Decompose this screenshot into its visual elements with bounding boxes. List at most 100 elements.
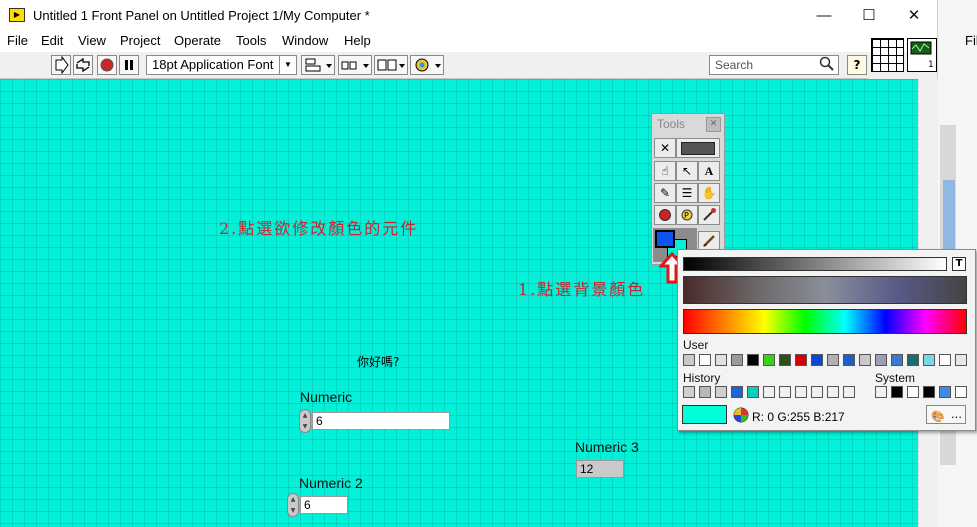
- edit-text-icon[interactable]: A: [698, 161, 720, 181]
- numeric-2-increment-decrement[interactable]: ▲ ▼: [287, 493, 299, 517]
- menu-edit[interactable]: Edit: [41, 33, 63, 48]
- history-colors-row: [683, 386, 873, 400]
- font-select[interactable]: 18pt Application Font ▼: [146, 55, 297, 75]
- system-colors-row: [875, 386, 975, 400]
- waveform-icon: 1: [910, 41, 934, 70]
- context-help-button[interactable]: ?: [847, 55, 867, 75]
- system-color-swatch[interactable]: [939, 386, 951, 398]
- menu-file[interactable]: File: [7, 33, 28, 48]
- history-color-swatch[interactable]: [747, 386, 759, 398]
- menu-help[interactable]: Help: [344, 33, 371, 48]
- run-continuously-button[interactable]: [73, 55, 93, 75]
- current-color-swatch: [682, 405, 727, 424]
- menu-window[interactable]: Window: [282, 33, 328, 48]
- more-colors-button[interactable]: 🎨…: [926, 405, 966, 424]
- history-colors-label: History: [683, 371, 721, 385]
- menu-tools[interactable]: Tools: [236, 33, 266, 48]
- get-color-eyedropper-icon[interactable]: [698, 205, 720, 225]
- menu-project[interactable]: Project: [120, 33, 160, 48]
- scroll-window-icon[interactable]: ✋: [698, 183, 720, 203]
- user-color-swatch[interactable]: [843, 354, 855, 366]
- user-color-swatch[interactable]: [683, 354, 695, 366]
- system-color-swatch[interactable]: [923, 386, 935, 398]
- user-color-swatch[interactable]: [827, 354, 839, 366]
- user-color-swatch[interactable]: [731, 354, 743, 366]
- transparent-color-button[interactable]: T: [952, 257, 966, 271]
- user-color-swatch[interactable]: [699, 354, 711, 366]
- user-color-swatch[interactable]: [875, 354, 887, 366]
- user-color-swatch[interactable]: [747, 354, 759, 366]
- probe-data-icon[interactable]: P: [676, 205, 698, 225]
- system-color-swatch[interactable]: [907, 386, 919, 398]
- muted-color-ramp[interactable]: [683, 276, 967, 304]
- history-color-swatch[interactable]: [763, 386, 775, 398]
- menu-view[interactable]: View: [78, 33, 106, 48]
- numeric-label[interactable]: Numeric: [300, 389, 352, 405]
- position-select-icon[interactable]: ↖: [676, 161, 698, 181]
- system-color-swatch[interactable]: [891, 386, 903, 398]
- history-color-swatch[interactable]: [715, 386, 727, 398]
- user-color-swatch[interactable]: [891, 354, 903, 366]
- color-wheel-icon[interactable]: [733, 407, 749, 426]
- user-color-swatch[interactable]: [779, 354, 791, 366]
- numeric-control[interactable]: 6: [312, 412, 450, 430]
- system-color-swatch[interactable]: [955, 386, 967, 398]
- reorder-button[interactable]: [410, 55, 444, 75]
- foreground-color-swatch[interactable]: [655, 230, 675, 248]
- user-color-swatch[interactable]: [923, 354, 935, 366]
- abort-button[interactable]: [97, 55, 117, 75]
- auto-tool-icon[interactable]: ✕: [654, 138, 676, 158]
- numeric-2-label[interactable]: Numeric 2: [299, 475, 363, 491]
- history-color-swatch[interactable]: [827, 386, 839, 398]
- free-label[interactable]: 你好嗎?: [357, 353, 399, 370]
- annotation-step-1: 1.點選背景顏色: [518, 280, 646, 299]
- user-color-swatch[interactable]: [939, 354, 951, 366]
- connect-wire-icon[interactable]: ✎: [654, 183, 676, 203]
- annotation-step-2: 2.點選欲修改顏色的元件: [219, 219, 419, 238]
- operate-value-icon[interactable]: ☝: [654, 161, 676, 181]
- minimize-button[interactable]: —: [809, 6, 839, 26]
- search-icon[interactable]: [819, 56, 835, 72]
- pause-button[interactable]: [119, 55, 139, 75]
- user-color-swatch[interactable]: [795, 354, 807, 366]
- user-color-swatch[interactable]: [955, 354, 967, 366]
- connector-pane-icon[interactable]: [871, 38, 904, 72]
- maximize-button[interactable]: ☐: [854, 6, 884, 26]
- window-title: Untitled 1 Front Panel on Untitled Proje…: [33, 8, 370, 23]
- numeric-3-indicator[interactable]: 12: [576, 460, 624, 478]
- spectrum-color-ramp[interactable]: [683, 309, 967, 334]
- user-color-swatch[interactable]: [907, 354, 919, 366]
- history-color-swatch[interactable]: [731, 386, 743, 398]
- close-icon[interactable]: ✕: [706, 117, 721, 132]
- align-objects-button[interactable]: [301, 55, 335, 75]
- numeric-increment-decrement[interactable]: ▲ ▼: [299, 409, 311, 433]
- system-color-swatch[interactable]: [875, 386, 887, 398]
- distribute-objects-button[interactable]: [338, 55, 372, 75]
- resize-objects-button[interactable]: [374, 55, 408, 75]
- user-color-swatch[interactable]: [811, 354, 823, 366]
- user-color-swatch[interactable]: [859, 354, 871, 366]
- user-color-swatch[interactable]: [763, 354, 775, 366]
- history-color-swatch[interactable]: [811, 386, 823, 398]
- history-color-swatch[interactable]: [683, 386, 695, 398]
- menu-operate[interactable]: Operate: [174, 33, 221, 48]
- run-arrow-icon: [55, 55, 69, 75]
- paintbrush-icon[interactable]: [698, 231, 720, 251]
- history-color-swatch[interactable]: [795, 386, 807, 398]
- user-color-swatch[interactable]: [715, 354, 727, 366]
- history-color-swatch[interactable]: [843, 386, 855, 398]
- numeric-2-control[interactable]: 6: [300, 496, 348, 514]
- palette-icon: 🎨: [931, 410, 945, 423]
- history-color-swatch[interactable]: [699, 386, 711, 398]
- chevron-down-icon: ▼: [279, 56, 296, 74]
- history-color-swatch[interactable]: [779, 386, 791, 398]
- close-button[interactable]: ✕: [899, 6, 929, 26]
- breakpoint-icon[interactable]: [654, 205, 676, 225]
- shortcut-menu-icon[interactable]: ☰: [676, 183, 698, 203]
- system-colors-label: System: [875, 371, 916, 385]
- grayscale-ramp[interactable]: [683, 257, 947, 271]
- run-button[interactable]: [51, 55, 71, 75]
- numeric-3-label[interactable]: Numeric 3: [575, 439, 639, 455]
- svg-text:P: P: [684, 211, 689, 220]
- vi-icon[interactable]: 1: [907, 38, 937, 72]
